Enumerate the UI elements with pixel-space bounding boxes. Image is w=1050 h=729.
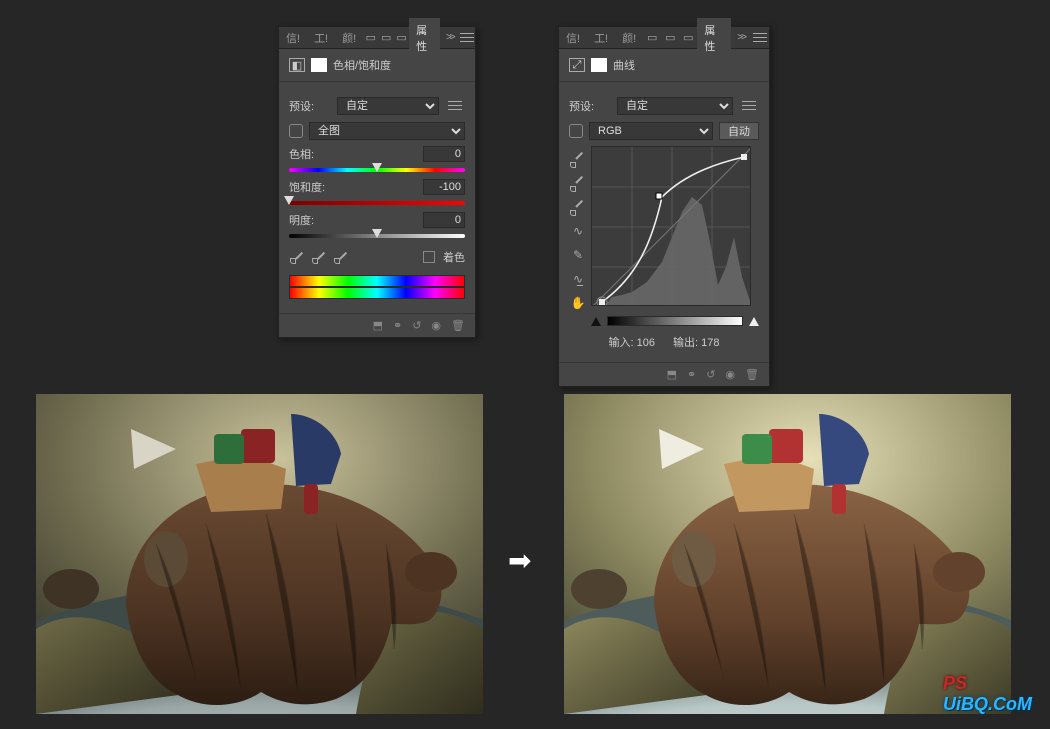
lightness-input[interactable] xyxy=(423,212,465,228)
channel-select[interactable]: 全图 xyxy=(309,122,465,140)
panel-tabs: 信! 工! 颜! ▭ ▭ ▭ 属性 >> xyxy=(559,27,769,49)
tab-tools[interactable]: 工! xyxy=(307,26,335,50)
visibility-icon[interactable]: ◉ xyxy=(725,368,735,381)
input-label: 输入: xyxy=(609,337,634,349)
hue-input[interactable] xyxy=(423,146,465,162)
eyedropper-icon[interactable] xyxy=(289,250,303,264)
preset-select[interactable]: 自定 xyxy=(337,97,439,115)
tab-icon-3[interactable]: ▭ xyxy=(679,28,697,48)
trash-icon[interactable]: 🗑 xyxy=(745,368,759,381)
curve-hand-icon[interactable]: ✋ xyxy=(569,294,587,312)
output-gradient xyxy=(607,316,743,326)
preset-menu-icon[interactable] xyxy=(445,96,465,116)
watermark: PS UiBQ.CoM xyxy=(943,673,1032,715)
reset-icon[interactable]: ↺ xyxy=(412,319,421,332)
auto-button[interactable]: 自动 xyxy=(719,122,759,140)
collapse-icon[interactable]: >> xyxy=(731,32,751,43)
input-value: 106 xyxy=(637,337,655,349)
lightness-slider[interactable] xyxy=(289,231,465,241)
black-point-icon[interactable] xyxy=(591,317,601,326)
preset-menu-icon[interactable] xyxy=(739,96,759,116)
curve-smooth-icon[interactable]: ∿̲ xyxy=(569,270,587,288)
color-range-bar-bottom xyxy=(289,287,465,299)
tab-icon-2[interactable]: ▭ xyxy=(379,28,394,48)
panel-menu-icon[interactable] xyxy=(460,28,475,48)
eyedropper-black-icon[interactable] xyxy=(569,150,587,168)
panel-hue-saturation: 信! 工! 颜! ▭ ▭ ▭ 属性 >> ◧ 色相/饱和度 预设: 自定 全图 … xyxy=(278,26,476,338)
preset-select[interactable]: 自定 xyxy=(617,97,733,115)
tab-icon-1[interactable]: ▭ xyxy=(363,28,378,48)
eyedropper-gray-icon[interactable] xyxy=(569,174,587,192)
tab-tools[interactable]: 工! xyxy=(587,26,615,50)
saturation-slider[interactable] xyxy=(289,198,465,208)
after-image xyxy=(564,394,1011,714)
hand-tool-icon[interactable] xyxy=(289,124,303,138)
hue-slider[interactable] xyxy=(289,165,465,175)
tab-info[interactable]: 信! xyxy=(279,26,307,50)
tab-properties[interactable]: 属性 xyxy=(697,18,731,58)
hsl-icon: ◧ xyxy=(289,58,305,72)
panel-title: 曲线 xyxy=(613,57,635,73)
tab-properties[interactable]: 属性 xyxy=(409,18,440,58)
tab-icon-3[interactable]: ▭ xyxy=(394,28,409,48)
channel-select[interactable]: RGB xyxy=(589,122,713,140)
output-label: 输出: xyxy=(673,337,698,349)
white-point-icon[interactable] xyxy=(749,317,759,326)
link-icon[interactable]: ⚭ xyxy=(687,368,696,381)
eyedropper-minus-icon[interactable] xyxy=(333,250,347,264)
tab-icon-2[interactable]: ▭ xyxy=(661,28,679,48)
saturation-input[interactable] xyxy=(423,179,465,195)
curve-graph[interactable] xyxy=(591,146,751,306)
visibility-icon[interactable]: ◉ xyxy=(431,319,441,332)
hue-label: 色相: xyxy=(289,146,314,162)
preset-label: 预设: xyxy=(569,98,611,114)
collapse-icon[interactable]: >> xyxy=(440,32,460,43)
clip-icon[interactable]: ⬒ xyxy=(373,319,383,332)
curve-tools: ∿ ✎ ∿̲ ✋ xyxy=(569,146,587,312)
panel-tabs: 信! 工! 颜! ▭ ▭ ▭ 属性 >> xyxy=(279,27,475,49)
panel-curves: 信! 工! 颜! ▭ ▭ ▭ 属性 >> ⤢ 曲线 预设: 自定 RGB 自动 xyxy=(558,26,770,387)
colorize-checkbox[interactable] xyxy=(423,251,435,263)
adjustment-header: ◧ 色相/饱和度 xyxy=(279,49,475,82)
lightness-label: 明度: xyxy=(289,212,314,228)
colorize-label: 着色 xyxy=(443,249,465,265)
tab-color[interactable]: 颜! xyxy=(615,26,643,50)
mask-icon xyxy=(591,58,607,72)
curve-point-tool-icon[interactable]: ∿ xyxy=(569,222,587,240)
color-range-bar-top xyxy=(289,275,465,287)
tab-info[interactable]: 信! xyxy=(559,26,587,50)
eyedropper-white-icon[interactable] xyxy=(569,198,587,216)
panel-menu-icon[interactable] xyxy=(751,28,769,48)
mask-icon xyxy=(311,58,327,72)
hand-tool-icon[interactable] xyxy=(569,124,583,138)
before-image xyxy=(36,394,483,714)
tab-icon-1[interactable]: ▭ xyxy=(643,28,661,48)
eyedropper-plus-icon[interactable] xyxy=(311,250,325,264)
output-value: 178 xyxy=(701,337,719,349)
saturation-label: 饱和度: xyxy=(289,179,325,195)
curves-icon: ⤢ xyxy=(569,58,585,72)
trash-icon[interactable]: 🗑 xyxy=(451,319,465,332)
adjustment-header: ⤢ 曲线 xyxy=(559,49,769,82)
preset-label: 预设: xyxy=(289,98,331,114)
link-icon[interactable]: ⚭ xyxy=(393,319,402,332)
panel-footer: ⬒ ⚭ ↺ ◉ 🗑 xyxy=(279,313,475,337)
panel-footer: ⬒ ⚭ ↺ ◉ 🗑 xyxy=(559,362,769,386)
clip-icon[interactable]: ⬒ xyxy=(667,368,677,381)
reset-icon[interactable]: ↺ xyxy=(706,368,715,381)
arrow-icon: ➡ xyxy=(508,544,531,577)
panel-title: 色相/饱和度 xyxy=(333,57,391,73)
tab-color[interactable]: 颜! xyxy=(335,26,363,50)
curve-pencil-tool-icon[interactable]: ✎ xyxy=(569,246,587,264)
